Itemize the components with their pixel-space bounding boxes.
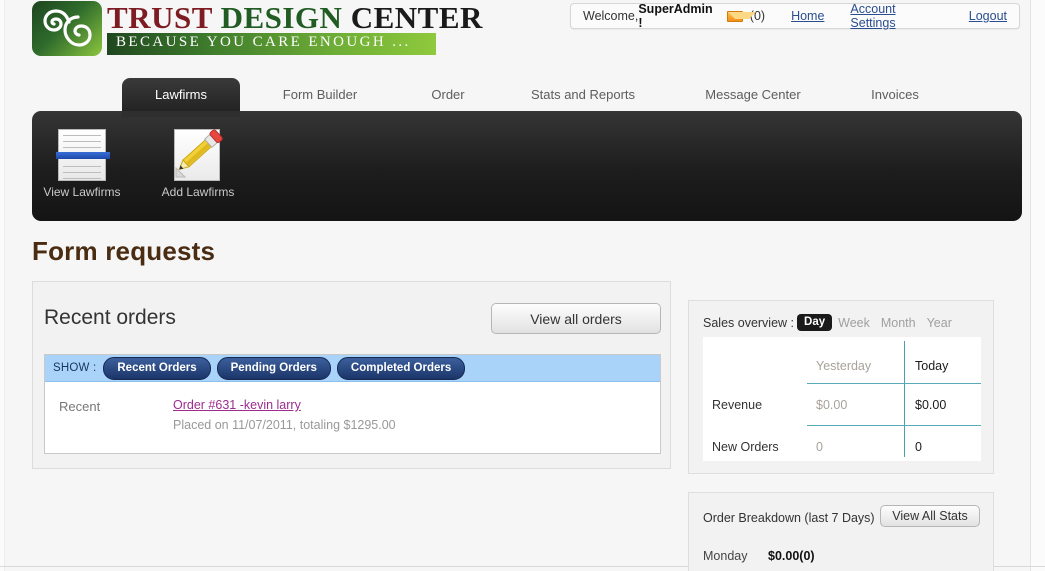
tab-invoices-label: Invoices — [871, 87, 919, 102]
tab-lawfirms-label: Lawfirms — [154, 87, 207, 102]
welcome-username: SuperAdmin ! — [638, 2, 713, 30]
range-day-button[interactable]: Day — [797, 314, 833, 331]
logo-wordmark: TRUST DESIGN CENTER — [107, 0, 483, 36]
table-row: Recent Order #631 -kevin larry Placed on… — [45, 382, 660, 454]
column-separator — [904, 341, 905, 457]
header-link-home[interactable]: Home — [791, 9, 824, 23]
tab-lawfirms[interactable]: Lawfirms — [122, 78, 240, 111]
new-orders-yesterday-value: 0 — [816, 440, 823, 454]
tab-invoices[interactable]: Invoices — [840, 78, 950, 111]
revenue-yesterday-value: $0.00 — [816, 398, 848, 412]
logo-word-design: DESIGN — [220, 0, 351, 35]
toolbar-item-view-lawfirms-label: View Lawfirms — [43, 185, 121, 199]
toolbar-item-add-lawfirms[interactable]: Add Lawfirms — [150, 127, 246, 199]
row-label-new-orders: New Orders — [712, 440, 779, 454]
envelope-icon[interactable] — [727, 10, 756, 22]
range-week-button[interactable]: Week — [838, 316, 870, 330]
column-header-today: Today — [915, 359, 949, 373]
main-navigation-tabs: Lawfirms Form Builder Order Stats and Re… — [32, 78, 1022, 111]
order-breakdown-panel: Order Breakdown (last 7 Days) View All S… — [688, 492, 994, 571]
tab-stats-and-reports[interactable]: Stats and Reports — [498, 78, 668, 111]
logo-word-center: CENTER — [350, 0, 483, 35]
sales-overview-header: Sales overview : Day Week Month Year — [703, 314, 963, 331]
list-lines-icon — [34, 127, 130, 181]
recent-orders-panel: Recent orders View all orders SHOW : Rec… — [32, 281, 671, 469]
tab-form-builder[interactable]: Form Builder — [260, 78, 380, 111]
order-detail-text: Placed on 11/07/2011, totaling $1295.00 — [173, 418, 396, 432]
tab-message-center[interactable]: Message Center — [672, 78, 834, 111]
range-month-button[interactable]: Month — [881, 316, 916, 330]
swirl-logo-icon — [32, 1, 102, 56]
orders-filter-bar: SHOW : Recent Orders Pending Orders Comp… — [45, 355, 660, 382]
tab-order[interactable]: Order — [396, 78, 500, 111]
sales-overview-panel: Sales overview : Day Week Month Year Yes… — [688, 300, 994, 474]
order-link[interactable]: Order #631 -kevin larry — [173, 398, 301, 412]
toolbar-item-view-lawfirms[interactable]: View Lawfirms — [34, 127, 130, 199]
tab-order-label: Order — [431, 87, 465, 102]
recent-orders-heading: Recent orders — [44, 306, 176, 329]
order-breakdown-title: Order Breakdown (last 7 Days) — [703, 511, 875, 525]
filter-recent-orders-button[interactable]: Recent Orders — [103, 356, 211, 380]
filter-pending-orders-button[interactable]: Pending Orders — [216, 356, 331, 380]
new-orders-today-value: 0 — [915, 440, 922, 454]
left-gutter — [0, 0, 5, 571]
sales-overview-title: Sales overview : — [703, 315, 795, 330]
right-gutter — [1030, 0, 1045, 571]
welcome-bar: Welcome, SuperAdmin ! (0) Home Account S… — [570, 2, 1020, 30]
header-link-account-settings[interactable]: Account Settings — [850, 2, 942, 30]
view-all-stats-button[interactable]: View All Stats — [880, 505, 980, 527]
breakdown-day-value: $0.00(0) — [768, 549, 815, 563]
tab-form-builder-label: Form Builder — [282, 87, 358, 102]
active-tab-connector — [122, 111, 240, 117]
row-label-revenue: Revenue — [712, 398, 763, 412]
orders-list-box: SHOW : Recent Orders Pending Orders Comp… — [44, 354, 661, 454]
show-label: SHOW : — [53, 362, 97, 374]
column-header-yesterday: Yesterday — [816, 359, 872, 373]
range-year-button[interactable]: Year — [927, 316, 952, 330]
sales-overview-table: Yesterday Today Revenue $0.00 $0.00 New … — [703, 337, 981, 461]
revenue-today-value: $0.00 — [915, 398, 947, 412]
header-rule — [807, 383, 981, 384]
logo-tagline: BECAUSE YOU CARE ENOUGH ... — [107, 33, 436, 55]
order-group-label: Recent — [59, 399, 101, 414]
module-toolbar: View Lawfirms Add Lawfirms — [32, 111, 1022, 221]
welcome-prefix: Welcome, — [583, 9, 639, 23]
toolbar-item-add-lawfirms-label: Add Lawfirms — [161, 185, 235, 199]
site-logo[interactable]: TRUST DESIGN CENTER BECAUSE YOU CARE ENO… — [32, 0, 482, 56]
breakdown-day-label: Monday — [703, 549, 748, 563]
app-page: TRUST DESIGN CENTER BECAUSE YOU CARE ENO… — [0, 0, 1045, 571]
tab-stats-and-reports-label: Stats and Reports — [530, 87, 636, 102]
page-title: Form requests — [32, 236, 216, 266]
tab-message-center-label: Message Center — [705, 87, 801, 102]
row-rule — [807, 425, 981, 426]
view-all-orders-button[interactable]: View all orders — [491, 303, 661, 334]
header-link-logout[interactable]: Logout — [969, 9, 1007, 23]
filter-completed-orders-button[interactable]: Completed Orders — [336, 356, 466, 380]
logo-word-trust: TRUST — [107, 0, 221, 35]
pencil-paper-icon — [150, 127, 246, 181]
